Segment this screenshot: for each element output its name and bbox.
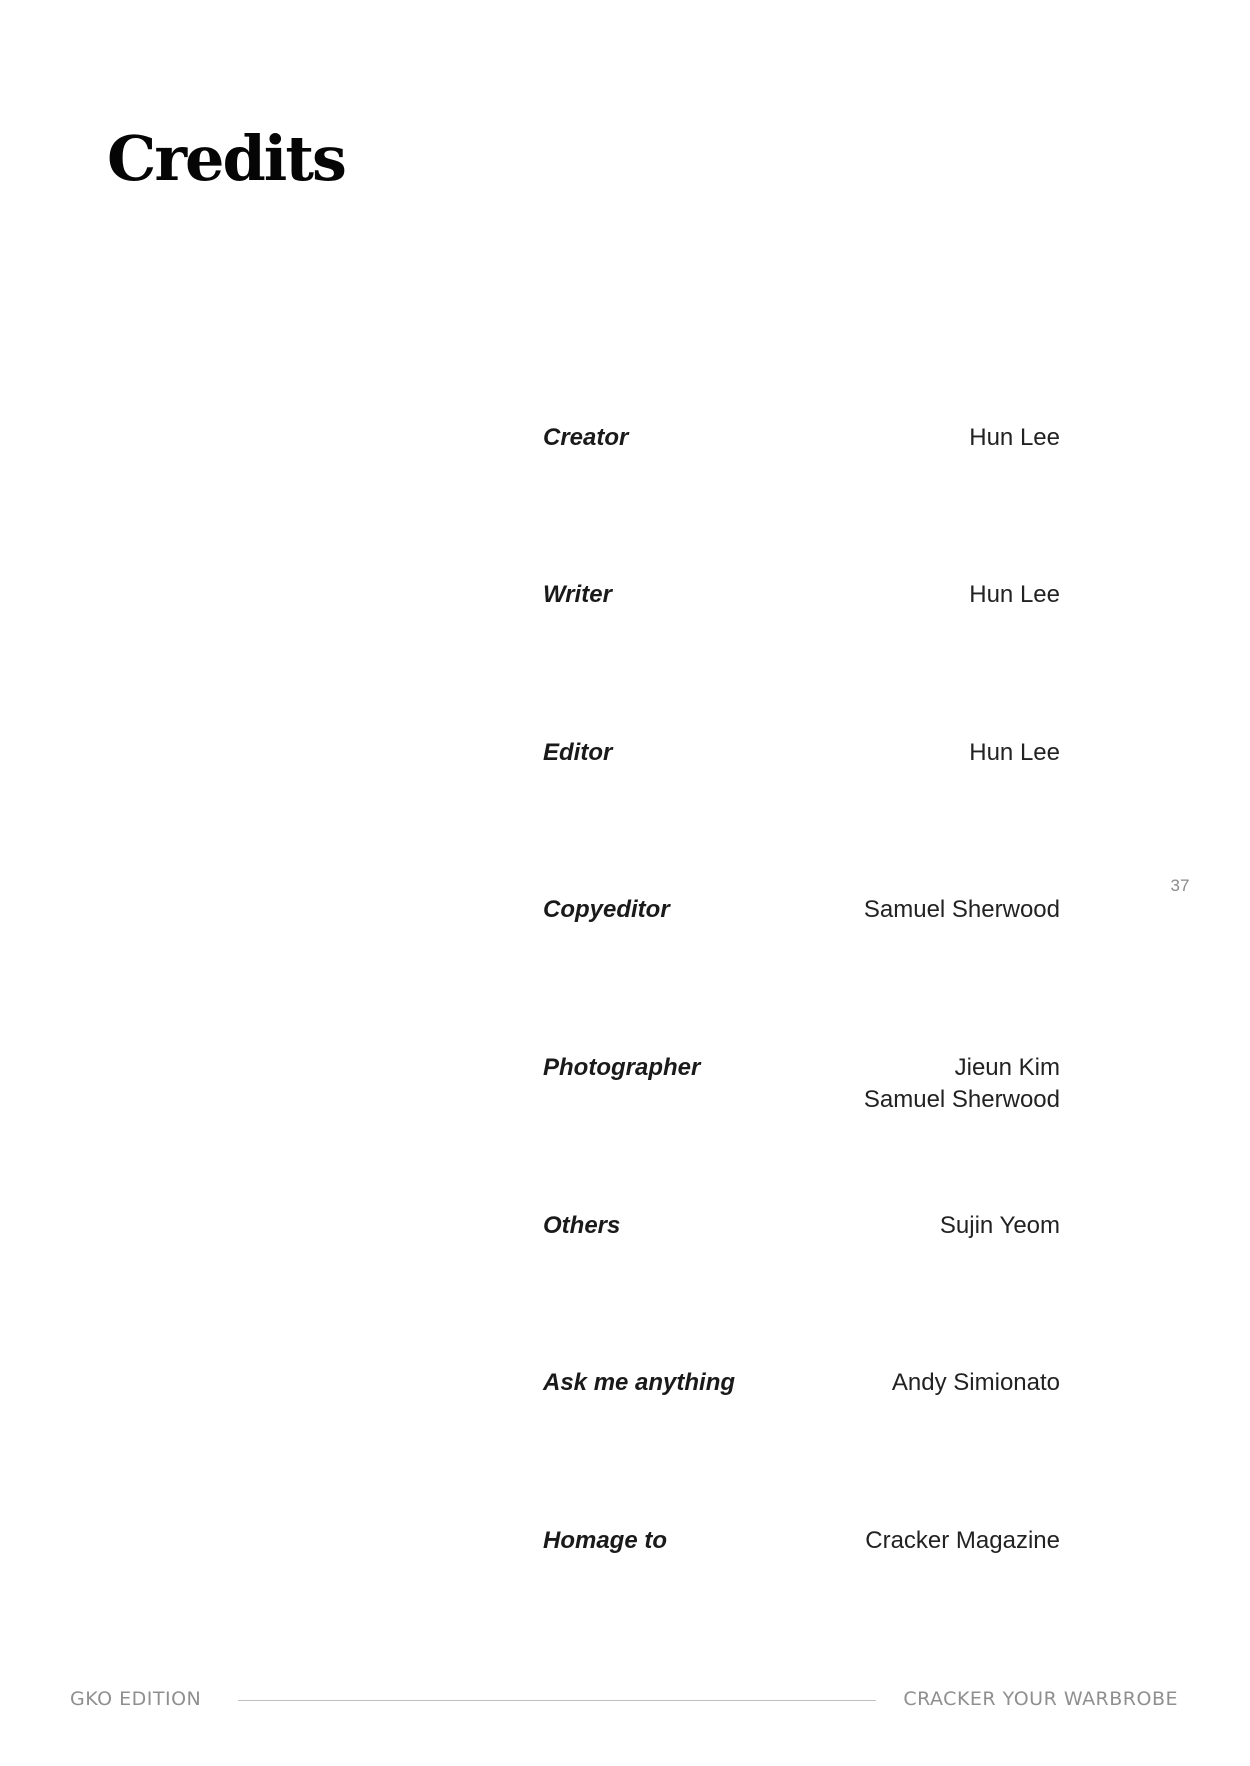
footer-divider bbox=[238, 1700, 876, 1701]
credit-row-photographer: Photographer Jieun Kim Samuel Sherwood bbox=[543, 1052, 1060, 1113]
credit-role: Photographer bbox=[543, 1054, 701, 1081]
credit-names: Cracker Magazine bbox=[865, 1525, 1060, 1557]
credit-row-ask-me-anything: Ask me anything Andy Simionato bbox=[543, 1367, 1060, 1427]
credit-names: Samuel Sherwood bbox=[864, 894, 1060, 926]
credit-name: Cracker Magazine bbox=[865, 1527, 1060, 1554]
footer-publication-label: CRACKER YOUR WARBROBE bbox=[903, 1688, 1178, 1710]
credit-name: Andy Simionato bbox=[891, 1369, 1060, 1396]
credit-name: Hun Lee bbox=[969, 581, 1060, 608]
credit-role: Creator bbox=[543, 424, 629, 451]
credit-name: Hun Lee bbox=[969, 424, 1060, 451]
credit-role: Ask me anything bbox=[543, 1369, 736, 1396]
credit-names: Hun Lee bbox=[969, 422, 1060, 454]
credit-role: Homage to bbox=[543, 1527, 668, 1554]
credit-role: Copyeditor bbox=[543, 896, 670, 923]
credit-row-writer: Writer Hun Lee bbox=[543, 579, 1060, 639]
credit-names: Jieun Kim Samuel Sherwood bbox=[864, 1052, 1060, 1116]
credit-row-editor: Editor Hun Lee bbox=[543, 737, 1060, 797]
credit-name: Jieun Kim bbox=[954, 1054, 1060, 1081]
credit-name: Samuel Sherwood bbox=[863, 1086, 1060, 1113]
credit-names: Sujin Yeom bbox=[940, 1210, 1060, 1242]
credit-names: Andy Simionato bbox=[892, 1367, 1060, 1399]
credit-row-copyeditor: Copyeditor Samuel Sherwood bbox=[543, 894, 1060, 954]
credit-row-creator: Creator Hun Lee bbox=[543, 422, 1060, 482]
credit-row-homage-to: Homage to Cracker Magazine bbox=[543, 1525, 1060, 1585]
footer-edition-label: GKO EDITION bbox=[70, 1688, 202, 1710]
credit-name: Sujin Yeom bbox=[939, 1212, 1060, 1239]
credit-names: Hun Lee bbox=[969, 737, 1060, 769]
page-title: Credits bbox=[107, 122, 347, 195]
credit-row-others: Others Sujin Yeom bbox=[543, 1210, 1060, 1270]
credit-name: Hun Lee bbox=[969, 739, 1060, 766]
credit-role: Writer bbox=[543, 581, 612, 608]
page-number: 37 bbox=[1170, 876, 1190, 895]
credit-role: Editor bbox=[543, 739, 613, 766]
credit-names: Hun Lee bbox=[969, 579, 1060, 611]
credit-role: Others bbox=[543, 1212, 621, 1239]
credit-name: Samuel Sherwood bbox=[863, 896, 1060, 923]
